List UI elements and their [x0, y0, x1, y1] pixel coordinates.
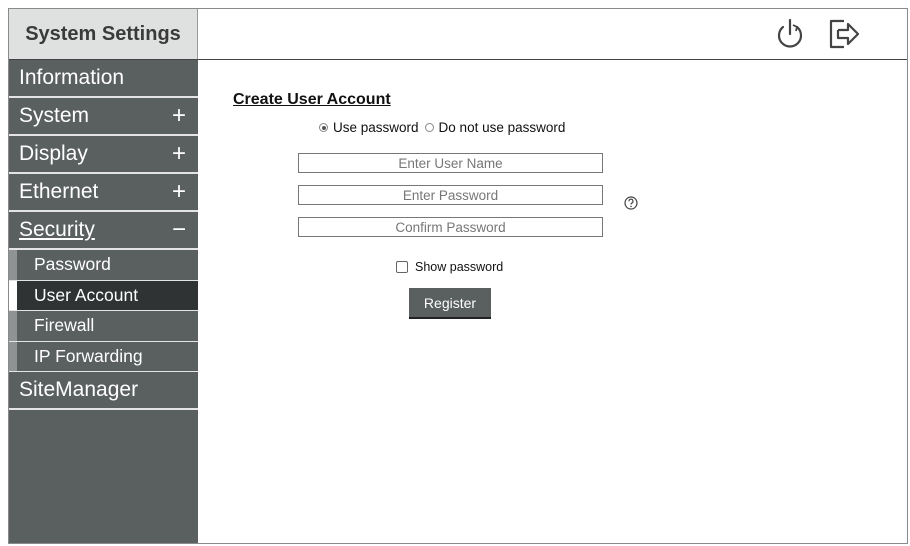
- page-title: Create User Account: [233, 91, 391, 108]
- expand-icon: +: [171, 102, 186, 129]
- sidebar-item-sitemanager[interactable]: SiteManager: [9, 372, 198, 410]
- sidebar: Information System + Display + Ethernet …: [9, 60, 198, 543]
- sidebar-item-label: SiteManager: [19, 378, 139, 401]
- sidebar-item-label: Security: [19, 218, 95, 241]
- sidebar-subitem-ip-forwarding[interactable]: IP Forwarding: [9, 341, 198, 372]
- sidebar-item-display[interactable]: Display +: [9, 136, 198, 174]
- sidebar-subitem-label: IP Forwarding: [34, 345, 143, 366]
- sidebar-item-label: Ethernet: [19, 180, 99, 203]
- show-password-label: Show password: [415, 260, 504, 274]
- sidebar-item-label: Display: [19, 142, 88, 165]
- show-password-row: Show password: [396, 260, 503, 274]
- confirm-password-input[interactable]: [298, 217, 603, 237]
- sidebar-subitem-label: Password: [34, 254, 111, 275]
- app-title: System Settings: [9, 9, 198, 59]
- help-icon[interactable]: [624, 196, 638, 210]
- sidebar-item-label: System: [19, 104, 90, 127]
- sidebar-subitem-firewall[interactable]: Firewall: [9, 311, 198, 342]
- use-password-radio[interactable]: [319, 123, 328, 132]
- expand-icon: +: [171, 140, 186, 167]
- username-input[interactable]: [298, 153, 603, 173]
- main-content: Create User Account Use password Do not …: [198, 60, 907, 543]
- top-bar: System Settings: [9, 9, 907, 60]
- sidebar-subitem-password[interactable]: Password: [9, 250, 198, 281]
- sidebar-item-information[interactable]: Information: [9, 60, 198, 98]
- show-password-checkbox[interactable]: [396, 261, 408, 273]
- sidebar-subitem-label: Firewall: [34, 315, 95, 336]
- sidebar-subitem-user-account[interactable]: User Account: [9, 280, 198, 311]
- collapse-icon: −: [171, 216, 186, 243]
- register-button[interactable]: Register: [409, 288, 491, 319]
- password-mode-group: Use password Do not use password: [319, 120, 565, 135]
- sidebar-item-ethernet[interactable]: Ethernet +: [9, 174, 198, 212]
- sidebar-item-label: Information: [19, 66, 125, 89]
- app-window: System Settings Information System + Dis…: [8, 8, 908, 544]
- logout-icon[interactable]: [825, 15, 863, 53]
- use-password-label: Use password: [333, 120, 419, 135]
- sidebar-subitem-label: User Account: [34, 284, 139, 305]
- no-password-radio[interactable]: [424, 123, 434, 132]
- password-input[interactable]: [298, 185, 603, 205]
- sidebar-item-security[interactable]: Security −: [9, 212, 198, 250]
- no-password-label: Do not use password: [438, 120, 566, 135]
- power-icon[interactable]: [771, 15, 809, 53]
- expand-icon: +: [171, 178, 186, 205]
- sidebar-item-system[interactable]: System +: [9, 98, 198, 136]
